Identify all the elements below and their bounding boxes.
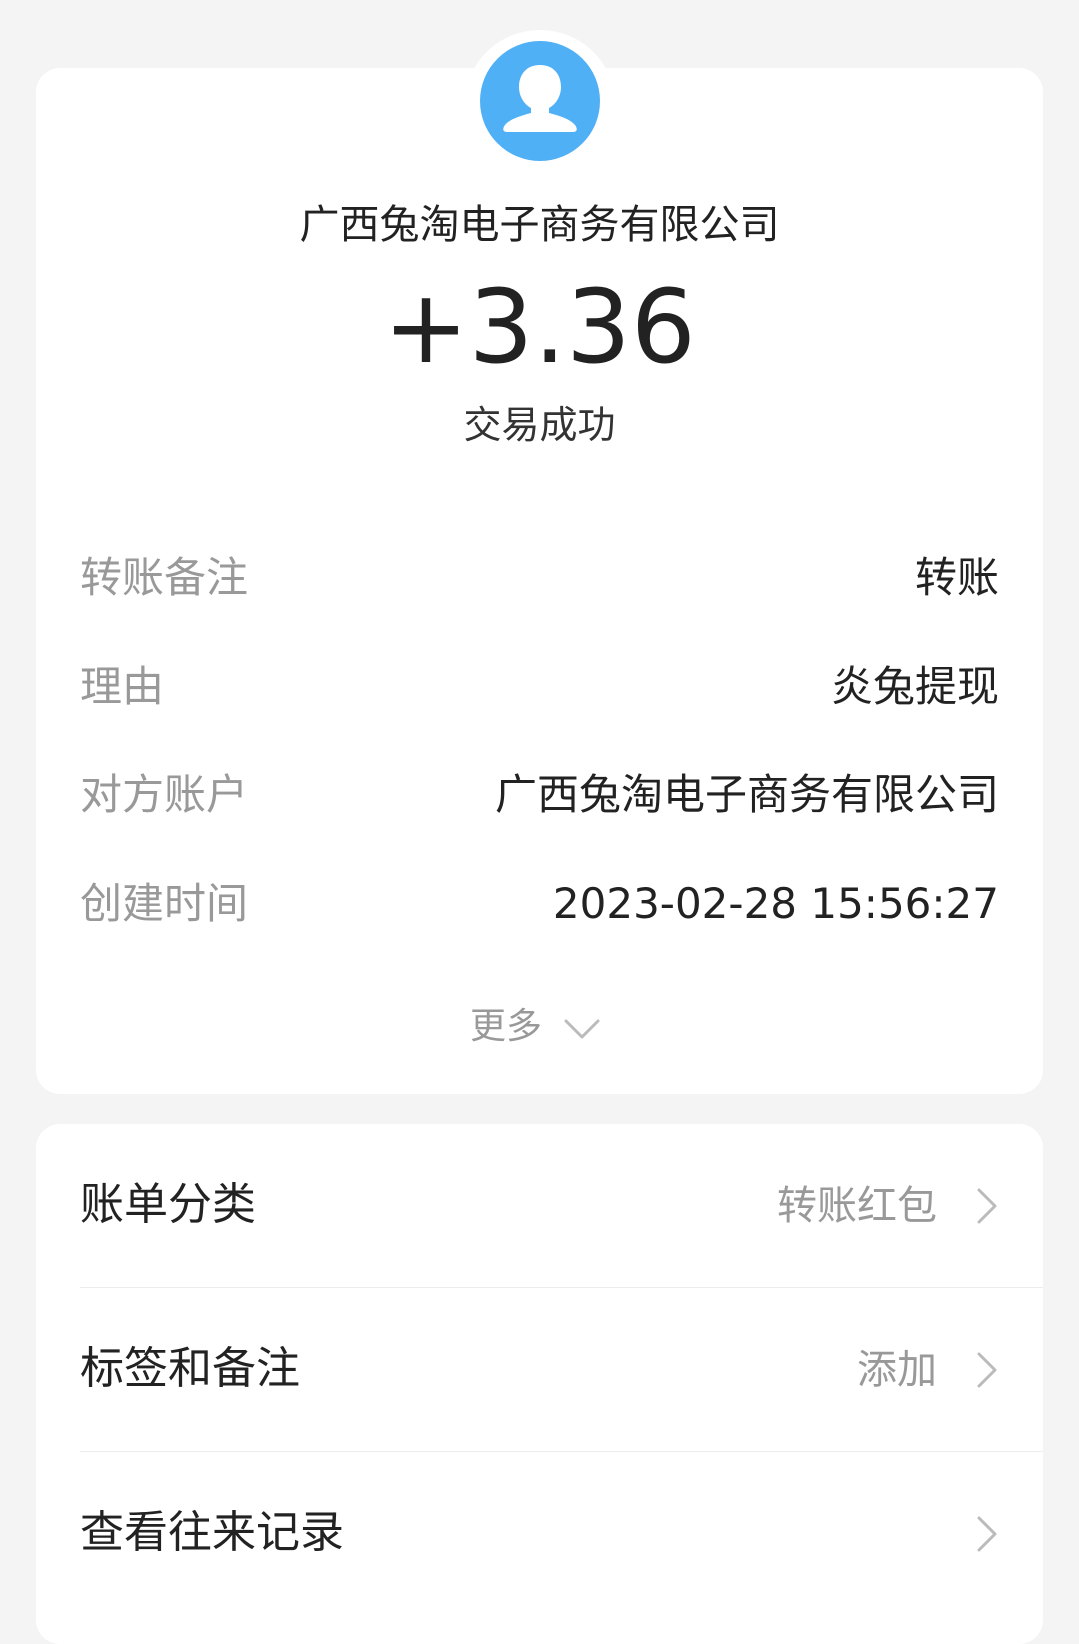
chevron-right-icon [975, 1350, 999, 1394]
chevron-right-icon [975, 1186, 999, 1230]
tags-and-notes-value: 添加 [857, 1347, 937, 1393]
detail-value: 2023-02-28 15:56:27 [552, 879, 999, 928]
merchant-name: 广西兔淘电子商务有限公司 [299, 202, 780, 248]
bill-category-label: 账单分类 [80, 1179, 256, 1230]
detail-label: 转账备注 [80, 553, 249, 602]
more-label: 更多 [470, 1006, 543, 1047]
detail-row-counterparty: 对方账户 广西兔淘电子商务有限公司 [80, 765, 999, 825]
chevron-down-icon [562, 1013, 602, 1047]
tags-and-notes-row[interactable]: 标签和备注 添加 [36, 1288, 1043, 1450]
user-avatar-icon [480, 41, 600, 161]
detail-value: 炎兔提现 [830, 662, 999, 711]
transaction-status: 交易成功 [463, 403, 616, 447]
bill-category-value: 转账红包 [777, 1183, 937, 1229]
chevron-right-icon [975, 1514, 999, 1558]
detail-value: 广西兔淘电子商务有限公司 [494, 770, 999, 819]
detail-value: 转账 [914, 553, 999, 602]
transaction-history-label: 查看往来记录 [80, 1507, 344, 1558]
bill-category-row[interactable]: 账单分类 转账红包 [36, 1124, 1043, 1286]
transaction-history-row[interactable]: 查看往来记录 [36, 1452, 1043, 1614]
detail-label: 理由 [80, 662, 165, 711]
detail-label: 创建时间 [80, 879, 249, 928]
detail-row-reason: 理由 炎兔提现 [80, 657, 999, 717]
tags-and-notes-label: 标签和备注 [80, 1343, 300, 1394]
detail-label: 对方账户 [80, 770, 249, 819]
more-button[interactable]: 更多 [470, 1001, 620, 1053]
detail-row-created-time: 创建时间 2023-02-28 15:56:27 [80, 874, 999, 934]
detail-row-transfer-note: 转账备注 转账 [80, 548, 999, 608]
transaction-amount: +3.36 [383, 268, 696, 387]
